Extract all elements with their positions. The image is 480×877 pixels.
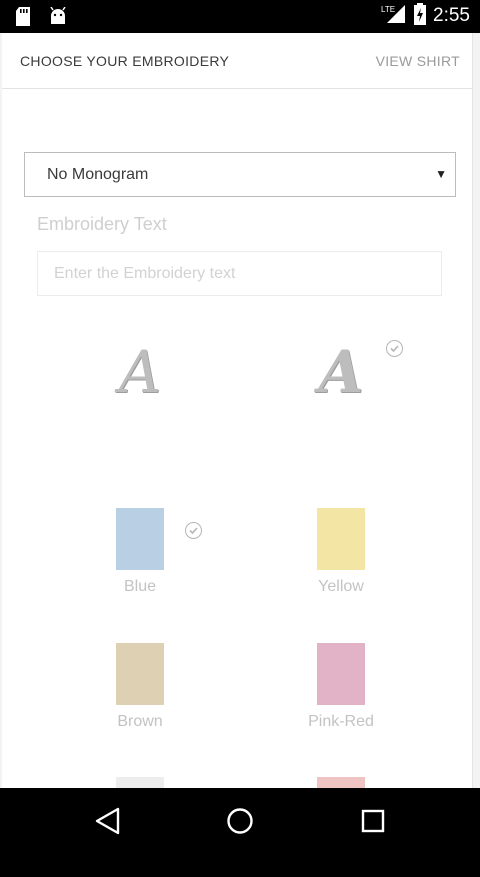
header: CHOOSE YOUR EMBROIDERY VIEW SHIRT: [2, 33, 473, 89]
color-swatch: [317, 508, 365, 570]
color-swatch: [116, 643, 164, 705]
thread-color-yellow[interactable]: Yellow: [271, 508, 411, 608]
thread-color-brown[interactable]: Brown: [70, 643, 210, 743]
network-type: LTE: [381, 5, 395, 14]
font-option-script[interactable]: A: [85, 338, 195, 428]
home-icon[interactable]: [220, 806, 260, 836]
android-icon: [48, 6, 68, 26]
dropdown-caret-icon: ▼: [435, 167, 447, 181]
navigation-bar: [0, 788, 480, 853]
selected-check-icon: [185, 522, 202, 539]
color-swatch: [317, 643, 365, 705]
recents-icon[interactable]: [353, 806, 393, 836]
embroidery-text-label: Embroidery Text: [37, 214, 167, 234]
embroidery-text-input[interactable]: [37, 251, 442, 296]
selected-check-icon: [386, 340, 403, 357]
app-surface: CHOOSE YOUR EMBROIDERY VIEW SHIRT No Mon…: [0, 33, 480, 839]
clock: 2:55: [433, 5, 470, 26]
sd-card-icon: [14, 7, 34, 26]
lte-signal-icon: LTE: [381, 3, 407, 29]
color-label: Pink-Red: [308, 713, 374, 730]
embroidery-sheet: CHOOSE YOUR EMBROIDERY VIEW SHIRT No Mon…: [2, 33, 473, 839]
back-icon[interactable]: [88, 806, 128, 836]
monogram-select-value: No Monogram: [47, 166, 149, 183]
thread-color-pink-red[interactable]: Pink-Red: [271, 643, 411, 743]
page-title: CHOOSE YOUR EMBROIDERY: [20, 53, 230, 69]
font-preview-block: A: [318, 338, 364, 406]
color-label: Brown: [117, 713, 163, 730]
color-swatch: [116, 508, 164, 570]
font-option-block[interactable]: A: [286, 338, 396, 428]
view-shirt-button[interactable]: VIEW SHIRT: [376, 53, 460, 69]
battery-icon: [413, 3, 427, 29]
status-bar: LTE 2:55: [0, 0, 480, 33]
color-label: Yellow: [318, 578, 364, 595]
color-label: Blue: [123, 578, 157, 595]
monogram-select[interactable]: No Monogram ▼: [24, 152, 456, 197]
font-preview-script: A: [119, 338, 161, 406]
